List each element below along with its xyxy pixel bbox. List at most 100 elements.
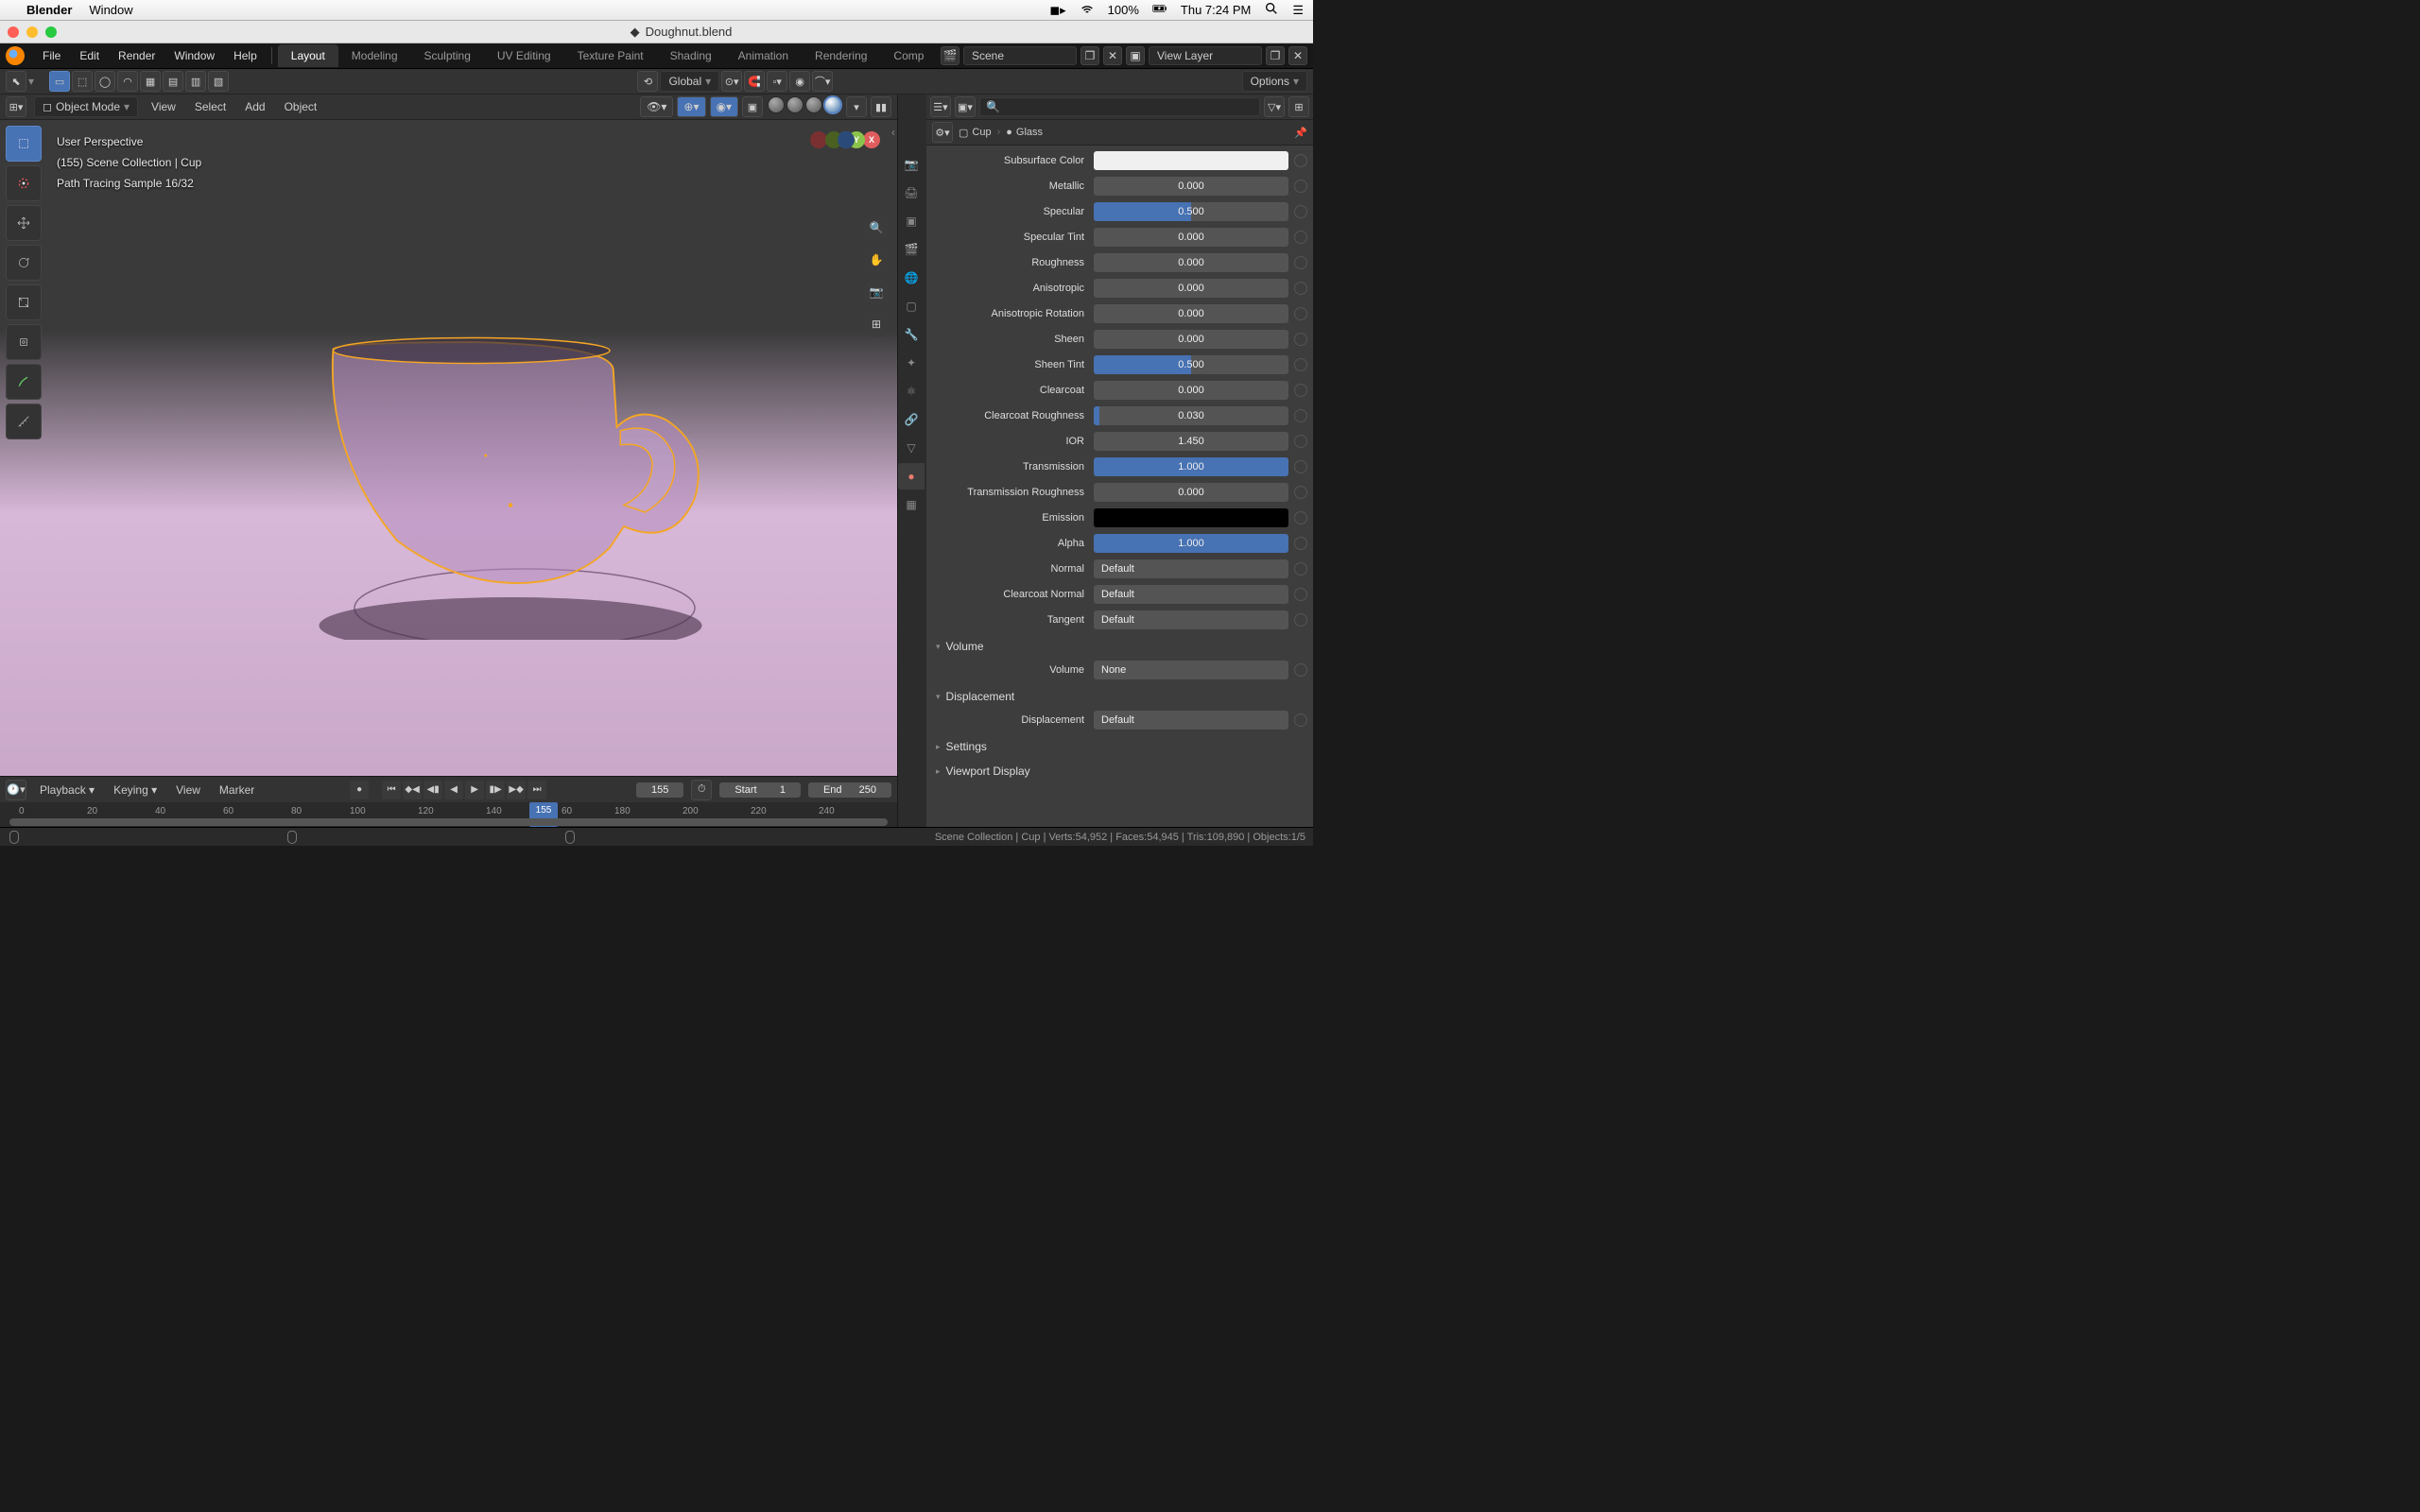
viewport-menu-view[interactable]: View xyxy=(146,98,182,115)
tool-options-dropdown[interactable]: Options ▾ xyxy=(1242,71,1307,92)
workspace-texturepaint[interactable]: Texture Paint xyxy=(564,44,657,67)
tool-scale[interactable] xyxy=(6,284,42,320)
outliner-display-mode[interactable]: ▣▾ xyxy=(955,96,976,117)
mode-dropdown[interactable]: ◻ Object Mode ▾ xyxy=(34,96,138,117)
tool-move[interactable] xyxy=(6,205,42,241)
tab-modifiers[interactable]: 🔧 xyxy=(898,321,925,348)
tab-viewlayer[interactable]: ▣ xyxy=(898,208,925,234)
select-mode-circle[interactable]: ◯ xyxy=(95,71,115,92)
xray-toggle[interactable]: ▣ xyxy=(742,96,763,117)
input-socket-icon[interactable] xyxy=(1294,384,1307,397)
sidebar-toggle[interactable]: ‹ xyxy=(891,126,895,139)
input-socket-icon[interactable] xyxy=(1294,511,1307,524)
jump-start-button[interactable]: ⏮ xyxy=(382,781,401,799)
prop-value-slider[interactable]: 0.030 xyxy=(1094,406,1288,425)
workspace-uv[interactable]: UV Editing xyxy=(484,44,564,67)
zoom-button[interactable]: 🔍 xyxy=(863,215,890,241)
scene-new-button[interactable]: ❐ xyxy=(1080,46,1099,65)
prev-frame-button[interactable]: ◀▮ xyxy=(424,781,442,799)
workspace-sculpting[interactable]: Sculpting xyxy=(411,44,484,67)
input-socket-icon[interactable] xyxy=(1294,460,1307,473)
tab-constraints[interactable]: 🔗 xyxy=(898,406,925,433)
viewlayer-browse-button[interactable]: ▣ xyxy=(1126,46,1145,65)
timeline-menu-playback[interactable]: Playback ▾ xyxy=(34,782,100,799)
select-tool-icon[interactable]: ⬉ xyxy=(6,71,26,92)
input-socket-icon[interactable] xyxy=(1294,205,1307,218)
input-socket-icon[interactable] xyxy=(1294,307,1307,320)
outliner-new-collection-button[interactable]: ⊞ xyxy=(1288,96,1309,117)
tab-output[interactable]: 🖨 xyxy=(898,180,925,206)
play-button[interactable]: ▶ xyxy=(465,781,484,799)
breadcrumb-object[interactable]: ▢ Cup xyxy=(959,127,992,139)
input-socket-icon[interactable] xyxy=(1294,154,1307,167)
mac-menu-window[interactable]: Window xyxy=(89,3,132,17)
shading-options-dropdown[interactable]: ▾ xyxy=(846,96,867,117)
workspace-shading[interactable]: Shading xyxy=(657,44,725,67)
input-socket-icon[interactable] xyxy=(1294,713,1307,727)
panel-header-volume[interactable]: Volume xyxy=(932,634,1307,659)
shading-rendered[interactable] xyxy=(824,96,841,113)
jump-next-keyframe-button[interactable]: ▶◆ xyxy=(507,781,526,799)
snap-target-dropdown[interactable]: ▫▾ xyxy=(767,71,787,92)
input-socket-icon[interactable] xyxy=(1294,588,1307,601)
workspace-modeling[interactable]: Modeling xyxy=(338,44,411,67)
outliner-filter-button[interactable]: ▽▾ xyxy=(1264,96,1285,117)
panel-header-viewport-display[interactable]: Viewport Display xyxy=(932,759,1307,783)
tool-rotate[interactable] xyxy=(6,245,42,281)
next-frame-button[interactable]: ▮▶ xyxy=(486,781,505,799)
breadcrumb-material[interactable]: ● Glass xyxy=(1006,127,1043,138)
prop-value-dropdown[interactable]: Default xyxy=(1094,610,1288,629)
end-frame-field[interactable]: End 250 xyxy=(808,782,891,798)
control-center-icon[interactable]: ☰ xyxy=(1292,3,1304,18)
workspace-layout[interactable]: Layout xyxy=(278,44,338,67)
prop-value-slider[interactable]: 0.500 xyxy=(1094,202,1288,221)
timeline-scrollbar[interactable] xyxy=(9,818,888,826)
timeline-ruler[interactable]: 0 20 40 60 80 100 120 140 155 60 180 200… xyxy=(0,802,897,827)
prop-value-slider[interactable]: 0.000 xyxy=(1094,177,1288,196)
properties-editor-type[interactable]: ⚙▾ xyxy=(932,122,953,143)
viewlayer-new-button[interactable]: ❐ xyxy=(1266,46,1285,65)
timeline-editor-type-dropdown[interactable]: 🕐▾ xyxy=(6,780,26,800)
spotlight-icon[interactable] xyxy=(1264,1,1279,19)
menu-file[interactable]: File xyxy=(34,46,69,65)
input-socket-icon[interactable] xyxy=(1294,613,1307,627)
close-window-button[interactable] xyxy=(8,26,19,38)
workspace-compositing[interactable]: Comp xyxy=(880,44,937,67)
prop-value-slider[interactable]: 0.000 xyxy=(1094,279,1288,298)
input-socket-icon[interactable] xyxy=(1294,256,1307,269)
autokey-toggle[interactable]: ● xyxy=(350,781,369,799)
transform-orientation-dropdown[interactable]: Global ▾ xyxy=(660,71,719,92)
prop-value-slider[interactable]: 0.000 xyxy=(1094,228,1288,247)
pin-icon[interactable]: 📌 xyxy=(1294,127,1307,139)
scene-name-field[interactable]: Scene xyxy=(963,46,1077,65)
menu-help[interactable]: Help xyxy=(225,46,266,65)
battery-icon[interactable] xyxy=(1152,1,1167,19)
viewport-menu-object[interactable]: Object xyxy=(279,98,323,115)
panel-header-settings[interactable]: Settings xyxy=(932,734,1307,759)
app-name[interactable]: Blender xyxy=(26,3,72,17)
render-pause-button[interactable]: ▮▮ xyxy=(871,96,891,117)
timeline-menu-keying[interactable]: Keying ▾ xyxy=(108,782,163,799)
snap-toggle[interactable]: 🧲 xyxy=(744,71,765,92)
prop-value-slider[interactable]: 0.500 xyxy=(1094,355,1288,374)
viewport-menu-add[interactable]: Add xyxy=(239,98,270,115)
shading-solid[interactable] xyxy=(786,96,804,113)
tab-particles[interactable]: ✦ xyxy=(898,350,925,376)
proportional-falloff-dropdown[interactable]: ⌒▾ xyxy=(812,71,833,92)
input-socket-icon[interactable] xyxy=(1294,231,1307,244)
minimize-window-button[interactable] xyxy=(26,26,38,38)
pan-button[interactable]: ✋ xyxy=(863,247,890,273)
workspace-animation[interactable]: Animation xyxy=(725,44,802,67)
tab-scene[interactable]: 🎬 xyxy=(898,236,925,263)
input-socket-icon[interactable] xyxy=(1294,282,1307,295)
start-frame-field[interactable]: Start 1 xyxy=(719,782,801,798)
prop-value-slider[interactable]: 0.000 xyxy=(1094,381,1288,400)
tab-mesh[interactable]: ▽ xyxy=(898,435,925,461)
prop-value-slider[interactable]: 1.000 xyxy=(1094,534,1288,553)
color-swatch[interactable] xyxy=(1094,508,1288,527)
play-reverse-button[interactable]: ◀ xyxy=(444,781,463,799)
tool-cursor[interactable] xyxy=(6,165,42,201)
proportional-edit-toggle[interactable]: ◉ xyxy=(789,71,810,92)
timeline-menu-view[interactable]: View xyxy=(170,782,206,799)
tool-annotate[interactable] xyxy=(6,364,42,400)
